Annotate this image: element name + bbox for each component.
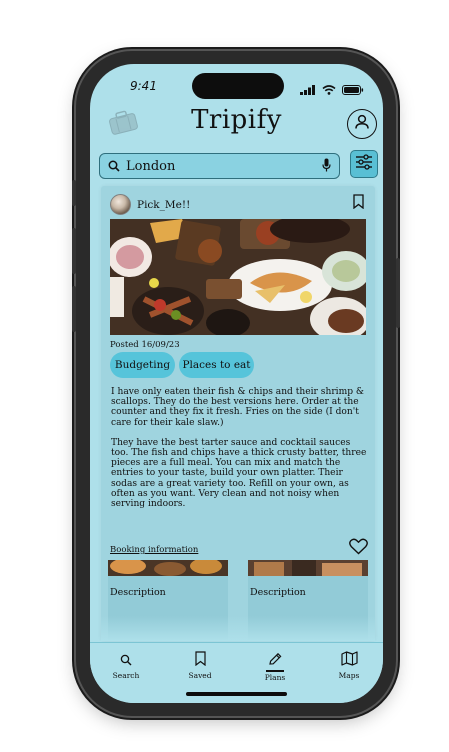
status-icons <box>300 80 364 99</box>
bottom-nav: Search Saved Plans Maps <box>90 642 383 703</box>
power-button <box>396 258 400 328</box>
search-bar[interactable]: London <box>99 153 340 179</box>
review-paragraph: I have only eaten their fish & chips and… <box>111 387 365 428</box>
food-photo <box>110 219 366 335</box>
profile-button[interactable] <box>347 109 377 139</box>
nav-plans[interactable]: Plans <box>245 651 305 682</box>
status-time: 9:41 <box>130 79 157 93</box>
nav-maps[interactable]: Maps <box>319 651 379 680</box>
app-title: Tripify <box>191 105 282 135</box>
heart-icon[interactable] <box>349 538 368 559</box>
user-icon <box>353 113 371 135</box>
active-indicator <box>266 670 284 672</box>
related-post-description: Description <box>110 587 166 598</box>
map-icon <box>340 651 358 670</box>
sliders-icon <box>355 154 373 174</box>
post-card: Pick_Me!! Posted 16/09/23 Budgeting Plac… <box>101 186 375 641</box>
related-post-description: Description <box>250 587 306 598</box>
wifi-icon <box>322 80 336 99</box>
booking-information-link[interactable]: Booking information <box>110 545 198 555</box>
volume-down-button <box>72 286 76 332</box>
search-input[interactable]: London <box>126 159 322 174</box>
related-post-thumbnail <box>248 560 368 576</box>
search-icon <box>120 651 132 670</box>
posted-date: Posted 16/09/23 <box>110 340 180 350</box>
pencil-icon <box>267 651 283 670</box>
tag-places-to-eat[interactable]: Places to eat <box>179 352 254 378</box>
search-icon <box>108 157 120 176</box>
nav-plans-label: Plans <box>264 672 286 682</box>
review-text: I have only eaten their fish & chips and… <box>111 387 367 509</box>
dynamic-island <box>192 73 284 99</box>
tag-budgeting[interactable]: Budgeting <box>110 352 175 378</box>
signal-icon <box>300 80 316 99</box>
bookmark-icon <box>194 651 206 670</box>
nav-maps-label: Maps <box>338 671 360 680</box>
nav-saved-label: Saved <box>188 671 212 680</box>
app-screen: 9:41 Tripify London Pick_Me!! Posted 16/… <box>90 64 383 703</box>
nav-saved[interactable]: Saved <box>170 651 230 680</box>
nav-search[interactable]: Search <box>96 651 156 680</box>
avatar[interactable] <box>110 194 131 215</box>
bookmark-icon[interactable] <box>353 194 364 213</box>
filter-button[interactable] <box>350 150 378 178</box>
mute-switch <box>72 180 76 206</box>
microphone-icon[interactable] <box>322 157 331 176</box>
nav-search-label: Search <box>112 671 140 680</box>
review-paragraph: They have the best tarter sauce and cock… <box>111 437 367 510</box>
scroll-fade <box>101 616 375 641</box>
username[interactable]: Pick_Me!! <box>137 199 190 211</box>
related-post-thumbnail <box>108 560 228 576</box>
home-indicator <box>186 692 287 696</box>
volume-up-button <box>72 228 76 274</box>
battery-icon <box>342 80 364 99</box>
